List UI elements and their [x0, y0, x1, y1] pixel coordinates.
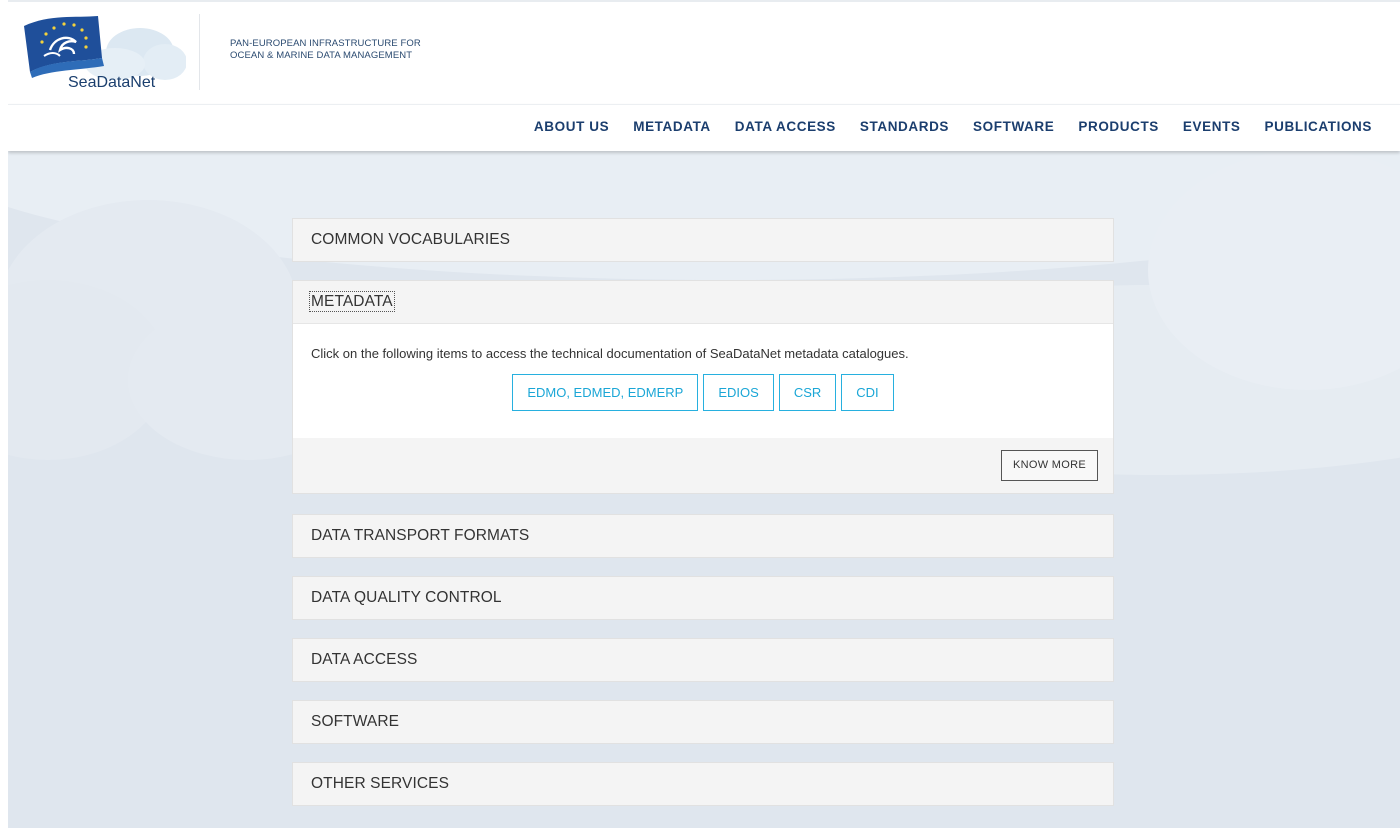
panel-header-data-transport-formats[interactable]: DATA TRANSPORT FORMATS	[293, 515, 1113, 557]
panel-header-common-vocabularies[interactable]: COMMON VOCABULARIES	[293, 219, 1113, 261]
edmo-edmed-edmerp-button[interactable]: EDMO, EDMED, EDMERP	[512, 374, 699, 411]
logo-wordmark: SeaDataNet	[68, 74, 156, 91]
nav-products[interactable]: PRODUCTS	[1078, 119, 1159, 134]
nav-events[interactable]: EVENTS	[1183, 119, 1241, 134]
panel-software: SOFTWARE	[292, 700, 1114, 744]
standards-accordion: COMMON VOCABULARIES METADATA Click on th…	[292, 218, 1114, 824]
panel-data-quality-control: DATA QUALITY CONTROL	[292, 576, 1114, 620]
nav-about-us[interactable]: ABOUT US	[534, 119, 609, 134]
site-tagline: PAN-EUROPEAN INFRASTRUCTURE FOR OCEAN & …	[230, 38, 421, 62]
panel-header-software[interactable]: SOFTWARE	[293, 701, 1113, 743]
top-border	[8, 0, 1400, 2]
panel-other-services: OTHER SERVICES	[292, 762, 1114, 806]
panel-body-metadata: Click on the following items to access t…	[293, 323, 1113, 438]
nav-data-access[interactable]: DATA ACCESS	[735, 119, 836, 134]
left-edge	[0, 0, 8, 828]
seadatanet-logo[interactable]: SeaDataNet	[20, 12, 187, 94]
tagline-line-2: OCEAN & MARINE DATA MANAGEMENT	[230, 50, 413, 61]
tagline-line-1: PAN-EUROPEAN INFRASTRUCTURE FOR	[230, 38, 421, 49]
panel-header-data-access[interactable]: DATA ACCESS	[293, 639, 1113, 681]
nav-list: ABOUT US METADATA DATA ACCESS STANDARDS …	[510, 119, 1372, 134]
nav-publications[interactable]: PUBLICATIONS	[1265, 119, 1372, 134]
cdi-button[interactable]: CDI	[841, 374, 894, 411]
site-header: SeaDataNet PAN-EUROPEAN INFRASTRUCTURE F…	[8, 0, 1400, 104]
panel-data-access: DATA ACCESS	[292, 638, 1114, 682]
panel-header-data-quality-control[interactable]: DATA QUALITY CONTROL	[293, 577, 1113, 619]
nav-software[interactable]: SOFTWARE	[973, 119, 1054, 134]
nav-standards[interactable]: STANDARDS	[860, 119, 949, 134]
header-divider	[199, 14, 200, 90]
panel-header-metadata[interactable]: METADATA	[293, 281, 1113, 323]
metadata-description: Click on the following items to access t…	[311, 346, 909, 361]
edios-button[interactable]: EDIOS	[703, 374, 774, 411]
panel-common-vocabularies: COMMON VOCABULARIES	[292, 218, 1114, 262]
metadata-doc-buttons: EDMO, EDMED, EDMERP EDIOS CSR CDI	[293, 374, 1113, 411]
panel-data-transport-formats: DATA TRANSPORT FORMATS	[292, 514, 1114, 558]
csr-button[interactable]: CSR	[778, 374, 837, 411]
panel-metadata: METADATA Click on the following items to…	[292, 280, 1114, 494]
panel-footer-metadata: KNOW MORE	[293, 438, 1113, 493]
main-nav: ABOUT US METADATA DATA ACCESS STANDARDS …	[8, 104, 1400, 151]
panel-header-other-services[interactable]: OTHER SERVICES	[293, 763, 1113, 805]
know-more-button[interactable]: KNOW MORE	[1001, 450, 1098, 481]
panel-header-metadata-label: METADATA	[309, 291, 395, 312]
nav-metadata[interactable]: METADATA	[633, 119, 711, 134]
